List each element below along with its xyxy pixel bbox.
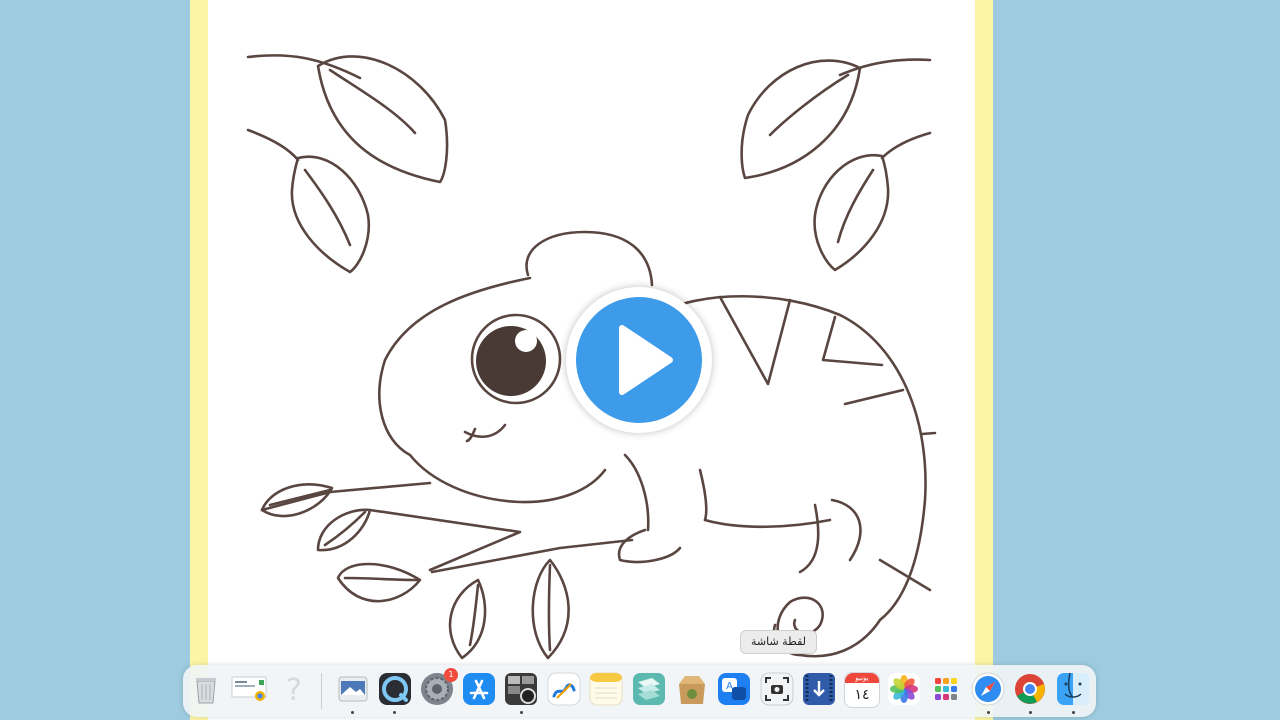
calendar-day: ١٤ xyxy=(854,687,870,703)
notes-icon[interactable] xyxy=(589,672,623,706)
running-indicator xyxy=(393,711,396,714)
finder-icon[interactable] xyxy=(1056,672,1090,706)
dock-separator xyxy=(321,673,322,709)
notification-badge: 1 xyxy=(444,668,458,682)
chrome-icon[interactable] xyxy=(1013,672,1047,706)
archive-utility-icon[interactable] xyxy=(675,672,709,706)
quicktime-icon[interactable] xyxy=(378,672,412,706)
play-button[interactable] xyxy=(566,287,712,433)
calendar-icon[interactable]: يونيو ١٤ xyxy=(844,672,880,708)
running-indicator xyxy=(987,711,990,714)
dock-tooltip: لقطة شاشة xyxy=(740,630,818,654)
translate-icon[interactable]: A xyxy=(717,672,751,706)
running-indicator xyxy=(1072,711,1075,714)
running-indicator xyxy=(351,711,354,714)
safari-icon[interactable] xyxy=(971,672,1005,706)
trash-icon[interactable] xyxy=(189,672,223,706)
launchpad-icon[interactable] xyxy=(929,672,963,706)
screenshot-icon[interactable] xyxy=(760,672,794,706)
photos-icon[interactable] xyxy=(887,672,921,706)
running-indicator xyxy=(520,711,523,714)
download-icon[interactable] xyxy=(802,672,836,706)
running-indicator xyxy=(1029,711,1032,714)
calendar-month: يونيو xyxy=(845,673,879,683)
play-icon xyxy=(619,325,673,395)
svg-text:?: ? xyxy=(286,673,302,706)
photo-booth-icon[interactable] xyxy=(504,672,538,706)
settings-icon[interactable]: 1 xyxy=(420,668,458,706)
window-thumbnail-icon[interactable] xyxy=(231,674,269,704)
preview-icon[interactable] xyxy=(336,672,370,706)
app-store-icon[interactable] xyxy=(462,672,496,706)
freeform-icon[interactable] xyxy=(547,672,581,706)
help-icon[interactable]: ? xyxy=(277,672,311,706)
files-icon[interactable] xyxy=(632,672,666,706)
